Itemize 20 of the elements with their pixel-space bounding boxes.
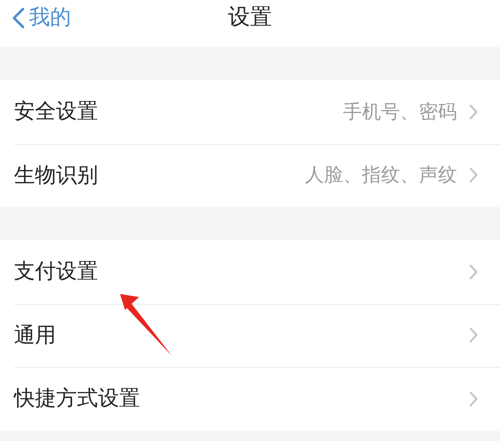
screen-title: 设置 (228, 5, 272, 30)
settings-row[interactable]: 快捷方式设置 (0, 367, 500, 430)
row-label: 支付设置 (14, 258, 98, 285)
arrow (120, 294, 172, 356)
row-detail: 手机号、密码 (343, 100, 457, 124)
row-detail: 人脸、指纹、声纹 (305, 163, 457, 188)
settings-row[interactable]: 通用 (0, 304, 500, 367)
row-label: 通用 (14, 322, 56, 348)
settings-row[interactable]: 生物识别 人脸、指纹、声纹 (0, 144, 500, 207)
chevron-icon (469, 327, 478, 344)
chevron-icon (469, 390, 478, 407)
back-chevron-icon (12, 7, 25, 29)
chevron-icon (469, 264, 478, 280)
chevron-icon (469, 104, 478, 120)
row-label: 安全设置 (14, 98, 98, 125)
settings-row[interactable]: 安全设置 手机号、密码 (0, 80, 500, 144)
row-label: 快捷方式设置 (14, 385, 140, 412)
chevron-icon (469, 167, 478, 184)
row-label: 生物识别 (14, 162, 98, 188)
settings-row[interactable]: 支付设置 (0, 240, 500, 304)
